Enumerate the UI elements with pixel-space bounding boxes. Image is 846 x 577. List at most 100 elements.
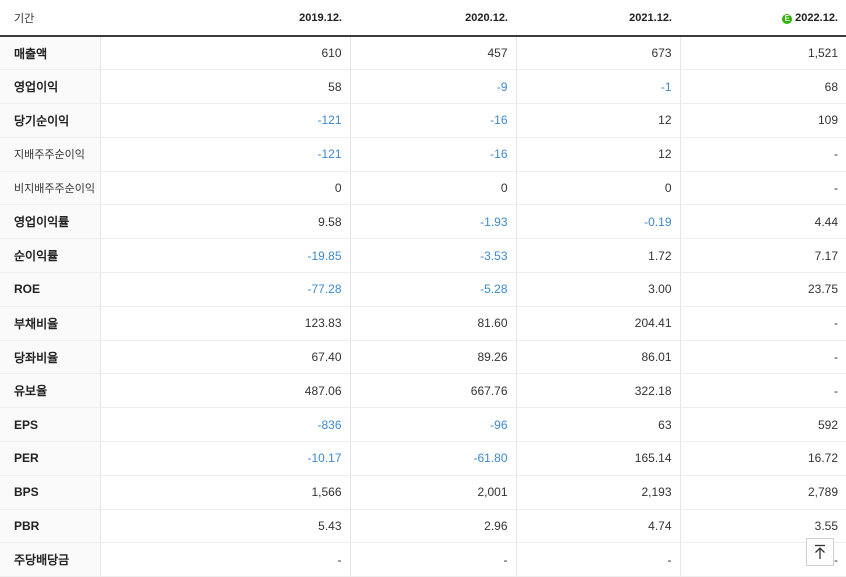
table-cell: -	[679, 171, 846, 206]
table-row: 유보율 487.06 667.76 322.18-	[0, 373, 846, 409]
table-cell: 673	[515, 36, 680, 71]
table-cell: -9	[349, 69, 516, 105]
table-row: 매출액 610 457 673 1,521	[0, 36, 846, 71]
table-cell: 1,521	[679, 36, 846, 71]
row-label: 당좌비율	[0, 340, 100, 375]
table-cell: 3.00	[515, 272, 680, 307]
table-cell: -1.93	[349, 204, 516, 240]
table-row: 영업이익률 9.58 -1.93 -0.19 4.44	[0, 204, 846, 240]
row-label: 비지배주주순이익	[0, 171, 100, 206]
table-cell: -16	[349, 137, 516, 172]
table-cell: 16.72	[679, 441, 846, 476]
table-cell: 322.18	[515, 373, 680, 409]
row-label: BPS	[0, 475, 100, 510]
financial-summary-table: 기간 2019.12. 2020.12. 2021.12. E 2022.12. …	[0, 0, 846, 577]
table-cell: 0	[349, 171, 516, 206]
table-cell: 4.44	[679, 204, 846, 240]
table-cell: 12	[515, 137, 680, 172]
table-row: 당기순이익 -121 -16 12 109	[0, 103, 846, 138]
row-label: EPS	[0, 407, 100, 443]
table-cell: -	[679, 340, 846, 375]
row-label: 매출액	[0, 36, 100, 71]
table-cell: -121	[99, 137, 350, 172]
table-cell: -	[349, 542, 516, 577]
table-cell: 63	[515, 407, 680, 443]
table-cell: 5.43	[99, 509, 350, 544]
table-row: 비지배주주순이익 0 0 0-	[0, 171, 846, 206]
table-cell: 457	[349, 36, 516, 71]
table-cell: 67.40	[99, 340, 350, 375]
table-cell: 2,193	[515, 475, 680, 510]
row-label: 지배주주순이익	[0, 137, 100, 172]
period-header: 2020.12.	[350, 0, 516, 37]
table-cell: -3.53	[349, 238, 516, 274]
table-cell: 109	[679, 103, 846, 138]
table-cell: 7.17	[679, 238, 846, 274]
table-cell: 4.74	[515, 509, 680, 544]
table-cell: 12	[515, 103, 680, 138]
table-cell: 2,789	[679, 475, 846, 510]
row-label: PBR	[0, 509, 100, 544]
table-cell: -16	[349, 103, 516, 138]
table-cell: -96	[349, 407, 516, 443]
table-cell: 2,001	[349, 475, 516, 510]
row-label: 유보율	[0, 373, 100, 409]
row-label: ROE	[0, 272, 100, 307]
table-cell: -	[679, 137, 846, 172]
table-cell: 667.76	[349, 373, 516, 409]
table-cell: 9.58	[99, 204, 350, 240]
table-cell: -5.28	[349, 272, 516, 307]
table-cell: 1.72	[515, 238, 680, 274]
table-cell: 123.83	[99, 305, 350, 341]
table-row: 순이익률 -19.85 -3.53 1.72 7.17	[0, 238, 846, 274]
table-row: ROE -77.28 -5.28 3.00 23.75	[0, 272, 846, 307]
table-row: 당좌비율 67.40 89.26 86.01-	[0, 340, 846, 375]
table-row: BPS 1,566 2,001 2,193 2,789	[0, 475, 846, 510]
row-label: 당기순이익	[0, 103, 100, 138]
table-cell: -121	[99, 103, 350, 138]
table-cell: 0	[515, 171, 680, 206]
table-cell: 2.96	[349, 509, 516, 544]
table-cell: -19.85	[99, 238, 350, 274]
table-cell: 165.14	[515, 441, 680, 476]
table-row: 부채비율 123.83 81.60 204.41-	[0, 305, 846, 341]
period-header-estimate: E 2022.12.	[680, 0, 846, 37]
row-label: 영업이익률	[0, 204, 100, 240]
table-cell: 68	[679, 69, 846, 105]
table-cell: 23.75	[679, 272, 846, 307]
table-cell: 81.60	[349, 305, 516, 341]
table-cell: -	[679, 373, 846, 409]
scroll-to-top-button[interactable]	[806, 538, 834, 566]
table-cell: 1,566	[99, 475, 350, 510]
table-cell: 0	[99, 171, 350, 206]
row-label: 순이익률	[0, 238, 100, 274]
period-header: 2021.12.	[516, 0, 680, 37]
row-label: PER	[0, 441, 100, 476]
arrow-up-icon	[815, 544, 825, 559]
table-cell: -10.17	[99, 441, 350, 476]
table-row: PBR 5.43 2.96 4.74 3.55	[0, 509, 846, 544]
table-cell: -	[99, 542, 350, 577]
table-cell: -61.80	[349, 441, 516, 476]
table-cell: -77.28	[99, 272, 350, 307]
table-row: 영업이익 58 -9 -1 68	[0, 69, 846, 105]
table-row: 지배주주순이익 -121 -16 12-	[0, 137, 846, 172]
table-cell: 592	[679, 407, 846, 443]
table-cell: -1	[515, 69, 680, 105]
table-row: 주당배당금 - - - -	[0, 542, 846, 577]
table-row: EPS -836 -96 63 592	[0, 407, 846, 443]
row-label: 영업이익	[0, 69, 100, 105]
table-cell: 204.41	[515, 305, 680, 341]
row-label: 주당배당금	[0, 542, 100, 577]
table-cell: -0.19	[515, 204, 680, 240]
table-cell: 610	[99, 36, 350, 71]
table-row: PER -10.17 -61.80 165.14 16.72	[0, 441, 846, 476]
table-cell: 86.01	[515, 340, 680, 375]
table-cell: 89.26	[349, 340, 516, 375]
table-cell: -	[679, 305, 846, 341]
table-cell: -	[515, 542, 680, 577]
table-cell: 487.06	[99, 373, 350, 409]
table-cell: -836	[99, 407, 350, 443]
estimate-icon: E	[782, 13, 793, 24]
table-cell: 58	[99, 69, 350, 105]
